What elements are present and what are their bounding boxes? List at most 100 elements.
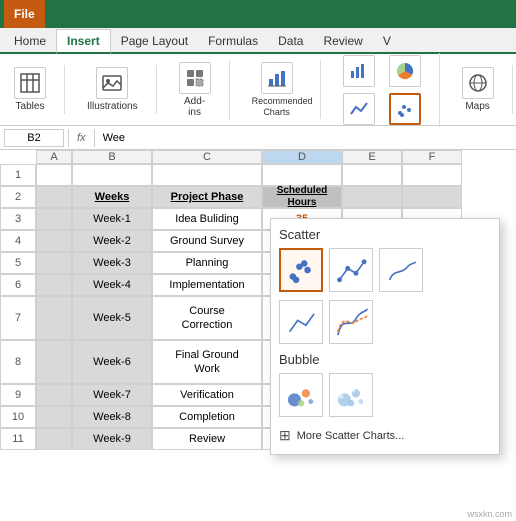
cell-b9[interactable]: Week-7 — [72, 384, 152, 406]
formula-input[interactable] — [99, 132, 512, 144]
cell-a3[interactable] — [36, 208, 72, 230]
tab-review[interactable]: Review — [313, 30, 372, 52]
tables-label: Tables — [16, 101, 45, 112]
scatter-smooth-icon[interactable] — [379, 248, 423, 292]
cell-b4[interactable]: Week-2 — [72, 230, 152, 252]
formula-bar-divider — [68, 129, 69, 147]
cell-c9[interactable]: Verification — [152, 384, 262, 406]
cell-c2-project-phase[interactable]: Project Phase — [152, 186, 262, 208]
column-headers: A B C D E F — [36, 150, 516, 164]
cell-c4[interactable]: Ground Survey — [152, 230, 262, 252]
charts-group: Recommended Charts — [246, 60, 321, 120]
ribbon-tabs: Home Insert Page Layout Formulas Data Re… — [0, 28, 516, 54]
cell-b10[interactable]: Week-8 — [72, 406, 152, 428]
tab-home[interactable]: Home — [4, 30, 56, 52]
bar-chart-button[interactable] — [337, 53, 381, 89]
bubble-icons-row — [279, 373, 491, 417]
cell-a10[interactable] — [36, 406, 72, 428]
col-header-a: A — [36, 150, 72, 164]
tables-button[interactable]: Tables — [8, 65, 52, 114]
cell-d2-scheduled-hours[interactable]: ScheduledHours — [262, 186, 342, 208]
more-charts-label: More Scatter Charts... — [297, 430, 405, 442]
maps-icon — [462, 67, 494, 99]
scatter-chart-icon — [389, 93, 421, 125]
cell-b8[interactable]: Week-6 — [72, 340, 152, 384]
cell-b7[interactable]: Week-5 — [72, 296, 152, 340]
cell-b1[interactable] — [72, 164, 152, 186]
formula-bar-divider2 — [94, 129, 95, 147]
cell-reference-input[interactable] — [4, 129, 64, 147]
tab-insert[interactable]: Insert — [56, 29, 111, 54]
illustrations-button[interactable]: Illustrations — [81, 65, 144, 114]
row-num-6: 6 — [0, 274, 36, 296]
addins-button[interactable]: Add-ins — [173, 60, 217, 120]
scatter-smooth-nomark-icon[interactable] — [329, 300, 373, 344]
cell-f2[interactable] — [402, 186, 462, 208]
formula-bar: fx — [0, 126, 516, 150]
cell-b3[interactable]: Week-1 — [72, 208, 152, 230]
cell-c7[interactable]: CourseCorrection — [152, 296, 262, 340]
row-num-4: 4 — [0, 230, 36, 252]
cell-b11[interactable]: Week-9 — [72, 428, 152, 450]
cell-e1[interactable] — [342, 164, 402, 186]
cell-b5[interactable]: Week-3 — [72, 252, 152, 274]
cell-c10[interactable]: Completion — [152, 406, 262, 428]
col-header-f: F — [402, 150, 462, 164]
cell-a4[interactable] — [36, 230, 72, 252]
cell-e2[interactable] — [342, 186, 402, 208]
cell-a9[interactable] — [36, 384, 72, 406]
pie-chart-button[interactable] — [383, 53, 427, 89]
line-chart-button[interactable] — [337, 91, 381, 127]
tab-formulas[interactable]: Formulas — [198, 30, 268, 52]
pie-chart-icon — [389, 55, 421, 87]
cell-c3[interactable]: Idea Buliding — [152, 208, 262, 230]
cell-b2-weeks[interactable]: Weeks — [72, 186, 152, 208]
tab-page-layout[interactable]: Page Layout — [111, 30, 198, 52]
cell-a2[interactable] — [36, 186, 72, 208]
scatter-section-title: Scatter — [279, 227, 491, 242]
fx-label: fx — [73, 132, 90, 144]
tables-group: Tables — [8, 65, 65, 114]
row-1: 1 — [0, 164, 516, 186]
cell-a11[interactable] — [36, 428, 72, 450]
col-header-c: C — [152, 150, 262, 164]
bubble-filled-icon[interactable] — [279, 373, 323, 417]
cell-c11[interactable]: Review — [152, 428, 262, 450]
maps-label: Maps — [465, 101, 489, 112]
illustrations-icon — [96, 67, 128, 99]
scatter-lines-icon[interactable] — [329, 248, 373, 292]
cell-b6[interactable]: Week-4 — [72, 274, 152, 296]
scatter-icons-row — [279, 248, 491, 292]
cell-c6[interactable]: Implementation — [152, 274, 262, 296]
scatter-chart-button[interactable] — [383, 91, 427, 127]
recommended-charts-button[interactable]: Recommended Charts — [246, 60, 308, 120]
cell-a6[interactable] — [36, 274, 72, 296]
watermark: wsxkn.com — [467, 509, 512, 519]
tables-icon — [14, 67, 46, 99]
file-tab[interactable]: File — [4, 0, 45, 28]
row-num-10: 10 — [0, 406, 36, 428]
illustrations-label: Illustrations — [87, 101, 138, 112]
more-scatter-charts-button[interactable]: ⊞ More Scatter Charts... — [279, 425, 491, 446]
illustrations-group: Illustrations — [81, 65, 157, 114]
cell-d1[interactable] — [262, 164, 342, 186]
addins-label: Add-ins — [179, 96, 211, 118]
cell-a5[interactable] — [36, 252, 72, 274]
row-2: 2 Weeks Project Phase ScheduledHours — [0, 186, 516, 208]
scatter-lines-nomark-icon[interactable] — [279, 300, 323, 344]
row-num-8: 8 — [0, 340, 36, 384]
cell-a8[interactable] — [36, 340, 72, 384]
maps-button[interactable]: Maps — [456, 65, 500, 114]
cell-f1[interactable] — [402, 164, 462, 186]
tab-data[interactable]: Data — [268, 30, 313, 52]
ribbon-content: Tables Illustrations Add-ins — [0, 54, 516, 126]
cell-c1[interactable] — [152, 164, 262, 186]
cell-c8[interactable]: Final GroundWork — [152, 340, 262, 384]
scatter-filled-icon[interactable] — [279, 248, 323, 292]
cell-a7[interactable] — [36, 296, 72, 340]
bubble-3d-icon[interactable] — [329, 373, 373, 417]
cell-a1[interactable] — [36, 164, 72, 186]
row-num-3: 3 — [0, 208, 36, 230]
cell-c5[interactable]: Planning — [152, 252, 262, 274]
tab-view[interactable]: V — [373, 30, 401, 52]
